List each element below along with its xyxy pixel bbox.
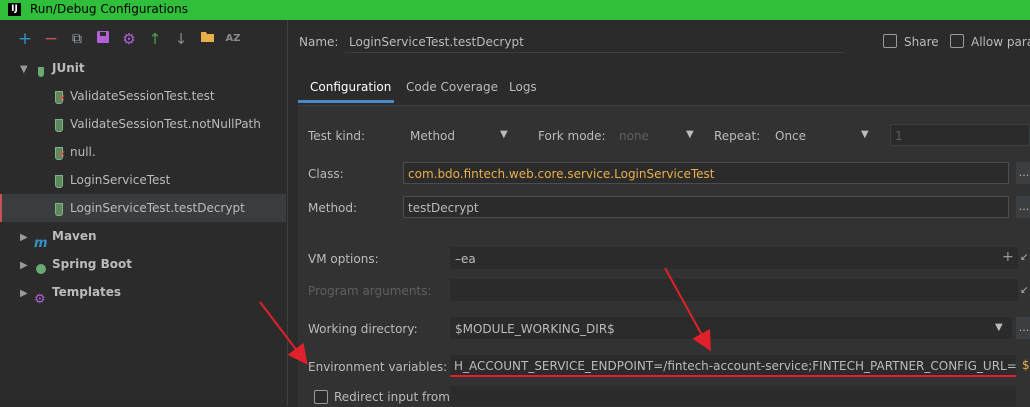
repeat-count-value: 1: [895, 129, 903, 143]
intellij-logo-icon: IJ: [8, 3, 21, 16]
browse-directory-button[interactable]: ...: [1016, 317, 1030, 339]
tree-item[interactable]: ValidateSessionTest.notNullPath: [0, 110, 286, 138]
method-field[interactable]: testDecrypt: [403, 196, 1009, 218]
junit-icon: [34, 62, 48, 77]
repeat-value: Once: [775, 129, 807, 143]
name-label: Name:: [299, 35, 339, 49]
configurations-tree-pane: + − ⧉ ⚙ ↑ ↓ AZ ▼ JUnit ValidateSessionTes…: [0, 20, 288, 406]
environment-variables-value: H_ACCOUNT_SERVICE_ENDPOINT=/fintech-acco…: [454, 359, 1016, 373]
move-down-icon[interactable]: ↓: [172, 30, 190, 48]
repeat-count-field[interactable]: 1: [890, 124, 1030, 146]
environment-variables-field[interactable]: H_ACCOUNT_SERVICE_ENDPOINT=/fintech-acco…: [450, 355, 1016, 377]
tree-node-templates[interactable]: ▶ ⚙ Templates: [0, 278, 286, 307]
test-kind-value: Method: [410, 129, 456, 143]
tree-item-label: LoginServiceTest: [70, 173, 171, 187]
env-vars-browse-icon[interactable]: $: [1022, 358, 1030, 372]
browse-method-button[interactable]: ...: [1016, 196, 1030, 218]
vm-options-label: VM options:: [308, 252, 379, 266]
chevron-right-icon: ▶: [20, 260, 28, 271]
vm-options-field[interactable]: –ea: [450, 247, 1018, 269]
tab-configuration[interactable]: Configuration: [310, 80, 391, 94]
redirect-input-checkbox[interactable]: [314, 390, 328, 404]
method-label: Method:: [308, 201, 358, 215]
class-field[interactable]: com.bdo.fintech.web.core.service.LoginSe…: [403, 162, 1009, 184]
add-icon[interactable]: +: [16, 30, 34, 48]
share-label: Share: [904, 35, 939, 49]
tree-label-spring-boot: Spring Boot: [52, 257, 132, 271]
environment-variables-label: Environment variables:: [308, 360, 448, 374]
tree-label-maven: Maven: [52, 229, 97, 243]
tree-item-label: null.: [70, 145, 96, 159]
tab-code-coverage[interactable]: Code Coverage: [406, 80, 498, 94]
chevron-down-icon: ▼: [500, 129, 508, 140]
folder-icon[interactable]: [198, 30, 216, 48]
working-directory-label: Working directory:: [308, 322, 418, 336]
fork-mode-label: Fork mode:: [538, 129, 606, 143]
settings-icon[interactable]: ⚙: [120, 30, 138, 48]
active-tab-indicator: [298, 100, 394, 103]
chevron-right-icon: ▶: [20, 288, 28, 299]
tree-label-junit: JUnit: [52, 61, 85, 75]
tree-item[interactable]: ValidateSessionTest.test: [0, 82, 286, 113]
allow-parallel-checkbox[interactable]: [950, 34, 964, 48]
save-icon[interactable]: [94, 30, 112, 48]
tree-item-selected[interactable]: LoginServiceTest.testDecrypt: [0, 194, 286, 222]
chevron-down-icon: ▼: [861, 129, 869, 140]
tree-label-templates: Templates: [52, 285, 122, 299]
spring-boot-icon: [34, 258, 48, 274]
tree-node-maven[interactable]: ▶ m Maven: [0, 222, 286, 251]
tab-logs[interactable]: Logs: [509, 80, 537, 94]
copy-icon[interactable]: ⧉: [68, 30, 86, 48]
tree-node-spring-boot[interactable]: ▶ Spring Boot: [0, 250, 286, 278]
program-arguments-label: Program arguments:: [308, 284, 432, 298]
move-up-icon[interactable]: ↑: [146, 30, 164, 48]
test-icon: [52, 202, 66, 216]
expand-plus-icon[interactable]: +: [1002, 249, 1014, 265]
working-directory-field[interactable]: $MODULE_WORKING_DIR$: [450, 317, 1012, 339]
tree-item-label: LoginServiceTest.testDecrypt: [70, 201, 245, 215]
expand-arrow-icon[interactable]: ↙: [1020, 285, 1028, 296]
chevron-down-icon[interactable]: ▼: [995, 322, 1003, 333]
window-title: Run/Debug Configurations: [30, 2, 188, 16]
repeat-label: Repeat:: [714, 129, 761, 143]
tree-item-label: ValidateSessionTest.test: [70, 89, 215, 103]
allow-parallel-label: Allow paral: [971, 35, 1030, 49]
tree-item-label: ValidateSessionTest.notNullPath: [70, 117, 261, 131]
program-arguments-field[interactable]: [450, 279, 1018, 301]
redirect-input-field[interactable]: [450, 386, 1016, 406]
test-failed-icon: [52, 85, 66, 113]
browse-class-button[interactable]: ...: [1016, 162, 1030, 184]
test-failed-icon: [52, 141, 66, 169]
share-checkbox[interactable]: [883, 34, 897, 48]
tree-item[interactable]: LoginServiceTest: [0, 166, 286, 194]
expand-arrow-icon[interactable]: ↙: [1020, 252, 1028, 263]
wrench-gear-icon: ⚙: [34, 291, 46, 307]
remove-icon[interactable]: −: [42, 30, 60, 48]
class-value: com.bdo.fintech.web.core.service.LoginSe…: [408, 167, 715, 181]
test-kind-label: Test kind:: [308, 129, 365, 143]
method-value: testDecrypt: [408, 201, 479, 215]
vm-options-value: –ea: [455, 252, 476, 266]
test-icon: [52, 118, 66, 132]
chevron-right-icon: ▶: [20, 232, 28, 243]
tree-item[interactable]: null.: [0, 138, 286, 169]
tree-node-junit[interactable]: ▼ JUnit: [0, 54, 286, 82]
redirect-input-label: Redirect input from:: [334, 390, 454, 404]
test-icon: [52, 174, 66, 188]
class-label: Class:: [308, 167, 344, 181]
maven-icon: m: [34, 235, 48, 251]
title-bar: IJ Run/Debug Configurations: [0, 0, 1030, 20]
chevron-down-icon: ▼: [20, 64, 28, 75]
name-field[interactable]: LoginServiceTest.testDecrypt: [345, 31, 845, 53]
sort-alpha-icon[interactable]: AZ: [224, 30, 242, 48]
working-directory-value: $MODULE_WORKING_DIR$: [455, 322, 615, 336]
chevron-down-icon: ▼: [686, 129, 694, 140]
fork-mode-value: none: [619, 129, 649, 143]
